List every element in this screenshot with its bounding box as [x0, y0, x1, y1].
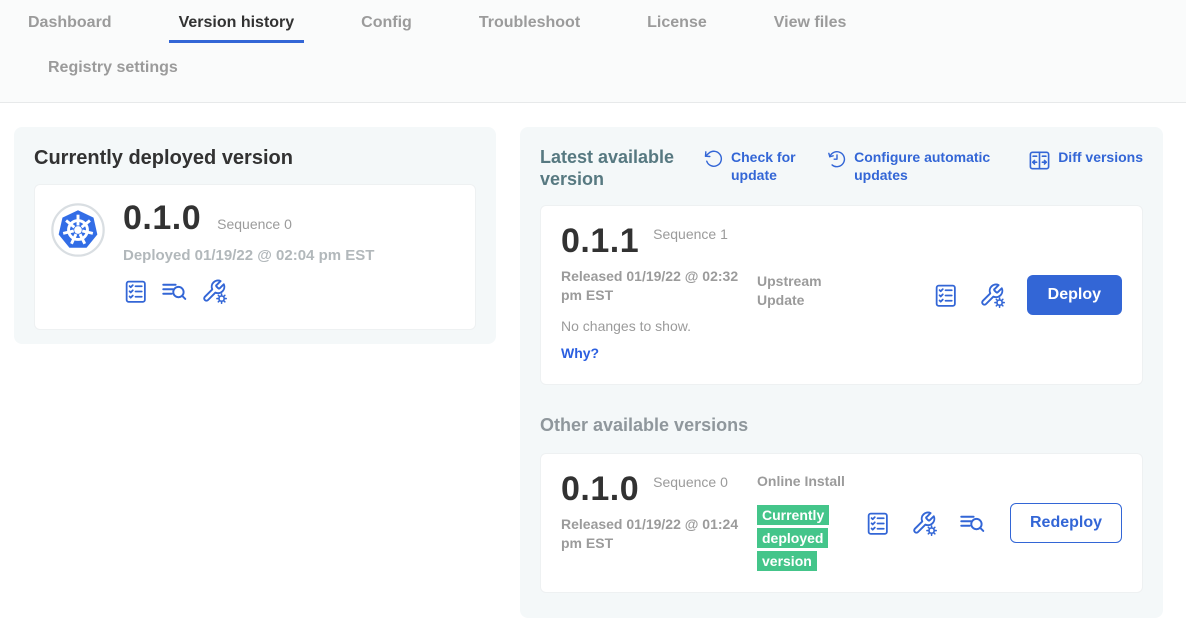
tab-troubleshoot[interactable]: Troubleshoot [469, 10, 590, 43]
configure-automatic-updates-label: Configure automatic updates [854, 149, 1006, 184]
config-icon[interactable] [201, 278, 228, 305]
other-source-label: Online Install [757, 472, 857, 491]
release-notes-icon[interactable] [959, 510, 986, 537]
other-source-column: Online Install Currently deployed versio… [757, 470, 857, 576]
diff-versions-label: Diff versions [1058, 149, 1143, 184]
diff-versions-link[interactable]: Diff versions [1028, 149, 1143, 184]
latest-version-card: 0.1.1 Sequence 1 Released 01/19/22 @ 02:… [540, 205, 1143, 385]
nav-row-1: Dashboard Version history Config Trouble… [0, 10, 1186, 43]
latest-available-title: Latest available version [540, 147, 686, 190]
tab-registry-settings[interactable]: Registry settings [38, 55, 188, 88]
latest-released-timestamp: Released 01/19/22 @ 02:32 pm EST [561, 267, 751, 305]
why-link[interactable]: Why? [561, 345, 599, 361]
tab-view-files[interactable]: View files [764, 10, 857, 43]
available-versions-header: Latest available version Check for updat… [540, 147, 1143, 190]
tab-config[interactable]: Config [351, 10, 422, 43]
other-sequence-label: Sequence 0 [653, 470, 729, 492]
currently-deployed-title: Currently deployed version [34, 147, 476, 170]
currently-deployed-panel: Currently deployed version 0.1.0 Sequenc… [14, 127, 496, 344]
latest-version-info: 0.1.1 Sequence 1 Released 01/19/22 @ 02:… [561, 222, 757, 368]
latest-sequence-label: Sequence 1 [653, 222, 729, 244]
diff-icon [1028, 149, 1051, 172]
schedule-update-icon [827, 149, 847, 169]
other-version-info: 0.1.0 Sequence 0 Released 01/19/22 @ 01:… [561, 470, 757, 576]
top-navigation: Dashboard Version history Config Trouble… [0, 0, 1186, 103]
no-changes-note: No changes to show. [561, 318, 757, 334]
latest-version-actions: Deploy [933, 275, 1122, 315]
deployed-version-info: 0.1.0 Sequence 0 Deployed 01/19/22 @ 02:… [123, 199, 374, 315]
deployed-timestamp: Deployed 01/19/22 @ 02:04 pm EST [123, 247, 374, 264]
configure-automatic-updates-link[interactable]: Configure automatic updates [827, 149, 1006, 184]
preflight-checks-icon[interactable] [933, 283, 958, 308]
other-version-number: 0.1.0 [561, 470, 639, 509]
config-icon[interactable] [979, 282, 1006, 309]
kubernetes-logo-icon [51, 203, 105, 257]
latest-version-number: 0.1.1 [561, 222, 639, 261]
deploy-button[interactable]: Deploy [1027, 275, 1122, 315]
currently-deployed-badge: Currently deployed version [757, 504, 843, 573]
currently-deployed-card: 0.1.0 Sequence 0 Deployed 01/19/22 @ 02:… [34, 184, 476, 330]
check-for-update-label: Check for update [731, 149, 805, 184]
header-links: Check for update Configure automatic upd… [704, 147, 1143, 184]
tab-version-history[interactable]: Version history [169, 10, 305, 43]
redeploy-button[interactable]: Redeploy [1010, 503, 1122, 543]
other-version-actions: Redeploy [865, 503, 1122, 543]
deployed-version-number: 0.1.0 [123, 199, 201, 238]
other-available-versions-title: Other available versions [540, 415, 1143, 436]
release-notes-icon[interactable] [161, 278, 188, 305]
other-version-card: 0.1.0 Sequence 0 Released 01/19/22 @ 01:… [540, 453, 1143, 593]
nav-row-2: Registry settings [0, 43, 1186, 102]
currently-deployed-badge-text: Currently deployed version [757, 505, 829, 571]
available-versions-panel: Latest available version Check for updat… [520, 127, 1163, 618]
preflight-checks-icon[interactable] [123, 279, 148, 304]
tab-dashboard[interactable]: Dashboard [18, 10, 122, 43]
refresh-icon [704, 149, 724, 169]
other-released-timestamp: Released 01/19/22 @ 01:24 pm EST [561, 515, 751, 553]
check-for-update-link[interactable]: Check for update [704, 149, 805, 184]
deployed-sequence-label: Sequence 0 [217, 216, 292, 232]
tab-license[interactable]: License [637, 10, 717, 43]
preflight-checks-icon[interactable] [865, 511, 890, 536]
config-icon[interactable] [911, 510, 938, 537]
latest-source-label: Upstream Update [757, 222, 857, 368]
